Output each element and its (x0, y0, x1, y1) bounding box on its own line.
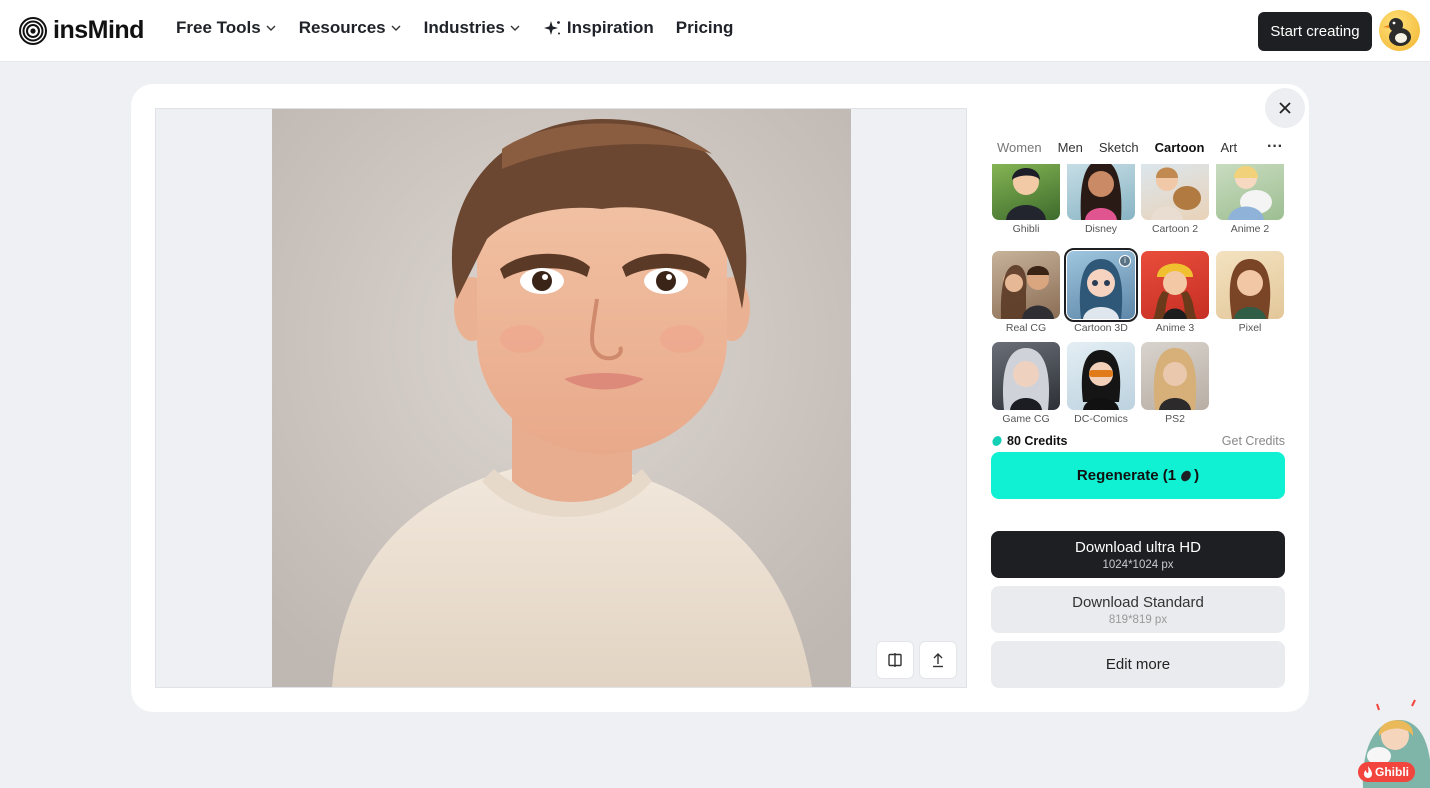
style-thumb (992, 342, 1060, 410)
style-card-dc-comics[interactable]: DC-Comics (1067, 342, 1135, 422)
style-card-anime-3[interactable]: Anime 3 (1141, 251, 1209, 334)
style-label: Anime 3 (1155, 322, 1195, 334)
style-thumb (1067, 164, 1135, 220)
style-card-real-cg[interactable]: Real CG (992, 251, 1060, 334)
style-label: PS2 (1165, 413, 1185, 422)
style-thumb (992, 251, 1060, 319)
result-modal: Women Men Sketch Cartoon Art ··· Ghibli … (131, 84, 1309, 712)
chevron-down-icon (510, 25, 520, 31)
style-panel: Women Men Sketch Cartoon Art ··· Ghibli … (991, 84, 1285, 712)
ghibli-promo-widget[interactable]: Ghibli (1357, 696, 1430, 788)
style-thumb (992, 164, 1060, 220)
style-thumb (1141, 342, 1209, 410)
style-card-disney[interactable]: Disney (1067, 164, 1135, 235)
tab-sketch[interactable]: Sketch (1099, 140, 1139, 155)
main-nav: Free Tools Resources Industries Inspirat… (176, 18, 755, 38)
get-credits-link[interactable]: Get Credits (1222, 434, 1285, 448)
credits-bean-icon (1181, 470, 1191, 481)
flame-icon (1364, 766, 1372, 778)
style-thumb (1141, 251, 1209, 319)
upload-share-icon (933, 653, 943, 668)
style-card-cartoon-2[interactable]: Cartoon 2 (1141, 164, 1209, 235)
style-card-cartoon-3d[interactable]: i Cartoon 3D (1064, 248, 1138, 334)
nav-resources-label: Resources (298, 18, 386, 37)
nav-free-tools-label: Free Tools (176, 18, 261, 37)
logo-spiral-icon (19, 16, 47, 45)
result-preview (155, 108, 967, 688)
start-creating-button[interactable]: Start creating (1258, 12, 1372, 51)
style-label: Ghibli (1012, 223, 1040, 235)
credits-count: 80 Credits (1007, 434, 1068, 448)
download-standard-label: Download Standard (1072, 593, 1204, 611)
sparkle-icon (543, 21, 560, 35)
style-label: Pixel (1238, 322, 1262, 334)
style-label: Cartoon 3D (1074, 322, 1128, 334)
style-label: Anime 2 (1230, 223, 1270, 235)
style-thumb (1216, 164, 1284, 220)
info-icon[interactable]: i (1119, 255, 1131, 267)
download-standard-size: 819*819 px (1108, 613, 1168, 626)
tab-women[interactable]: Women (997, 140, 1042, 155)
cartoon-portrait-illustration (272, 109, 851, 687)
nav-industries-label: Industries (423, 18, 505, 37)
style-card-ghibli[interactable]: Ghibli (992, 164, 1060, 235)
ghibli-badge: Ghibli (1358, 762, 1415, 782)
tab-art[interactable]: Art (1220, 140, 1237, 155)
logo-text: insMind (53, 16, 144, 44)
nav-pricing[interactable]: Pricing (676, 18, 734, 38)
generated-portrait-image (272, 109, 851, 687)
style-category-tabs: Women Men Sketch Cartoon Art ··· (997, 138, 1287, 156)
style-thumb (1141, 164, 1209, 220)
download-standard-button[interactable]: Download Standard 819*819 px (991, 586, 1285, 633)
duck-avatar-icon (1383, 18, 1411, 46)
compare-icon (888, 653, 902, 667)
style-card-game-cg[interactable]: Game CG (992, 342, 1060, 422)
nav-industries[interactable]: Industries (424, 18, 521, 38)
credits-bean-icon (992, 436, 1002, 446)
chevron-down-icon (266, 25, 276, 31)
style-thumb (1216, 251, 1284, 319)
nav-resources[interactable]: Resources (299, 18, 402, 38)
style-grid: Ghibli Disney Cartoon 2 Anime 2 Real CG … (991, 164, 1285, 422)
style-card-anime-2[interactable]: Anime 2 (1216, 164, 1284, 235)
style-thumb: i (1064, 248, 1138, 322)
tab-cartoon[interactable]: Cartoon (1155, 140, 1205, 155)
chevron-down-icon (391, 25, 401, 31)
edit-more-button[interactable]: Edit more (991, 641, 1285, 688)
style-label: DC-Comics (1074, 413, 1128, 422)
nav-inspiration[interactable]: Inspiration (543, 18, 654, 38)
style-label: Game CG (1002, 413, 1050, 422)
compare-button[interactable] (876, 641, 914, 679)
user-avatar[interactable] (1379, 10, 1420, 51)
style-label: Disney (1084, 223, 1118, 235)
style-thumb (1067, 342, 1135, 410)
regenerate-button[interactable]: Regenerate (1 ) (991, 452, 1285, 499)
download-hd-size: 1024*1024 px (1102, 558, 1174, 571)
top-navigation-bar: insMind Free Tools Resources Industries … (0, 0, 1430, 62)
nav-free-tools[interactable]: Free Tools (176, 18, 277, 38)
download-hd-label: Download ultra HD (1075, 538, 1201, 556)
regenerate-label: Regenerate (1 (1076, 467, 1177, 484)
style-label: Real CG (1005, 322, 1047, 334)
tab-men[interactable]: Men (1058, 140, 1083, 155)
style-card-ps2[interactable]: PS2 (1141, 342, 1209, 422)
share-button[interactable] (919, 641, 957, 679)
regenerate-suffix: ) (1194, 467, 1200, 484)
style-label: Cartoon 2 (1151, 223, 1199, 235)
style-card-pixel[interactable]: Pixel (1216, 251, 1284, 334)
credits-row: 80 Credits Get Credits (991, 432, 1285, 450)
insmind-logo[interactable]: insMind (19, 16, 144, 45)
nav-pricing-label: Pricing (675, 18, 734, 37)
download-ultra-hd-button[interactable]: Download ultra HD 1024*1024 px (991, 531, 1285, 578)
nav-inspiration-label: Inspiration (566, 18, 654, 37)
ghibli-badge-label: Ghibli (1375, 765, 1409, 779)
more-tabs-button[interactable]: ··· (1267, 138, 1283, 156)
